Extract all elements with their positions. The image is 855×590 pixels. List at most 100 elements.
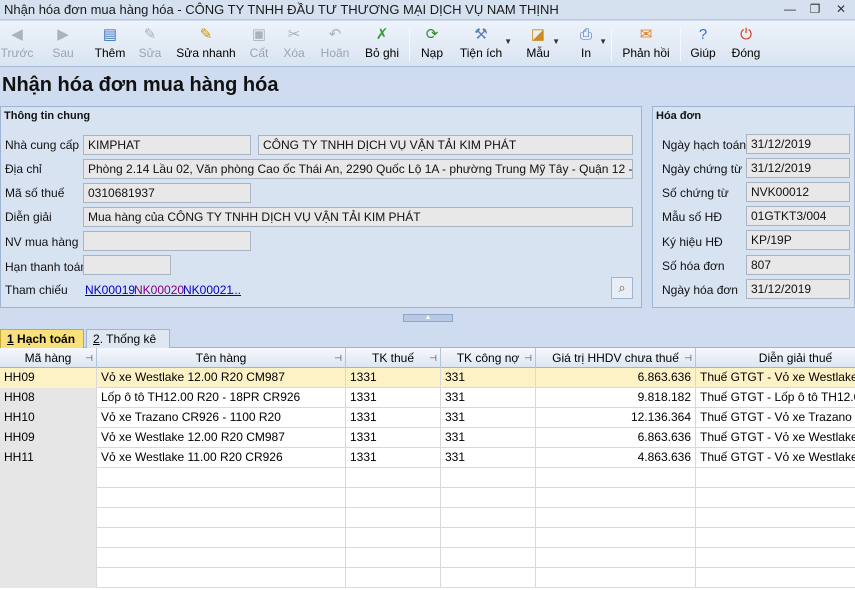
empty-cell[interactable] xyxy=(0,548,97,568)
prev-button[interactable]: ◀ Trước xyxy=(0,23,34,65)
empty-cell[interactable] xyxy=(346,488,441,508)
table-cell[interactable]: Vỏ xe Westlake 12.00 R20 CM987 xyxy=(97,368,346,388)
table-cell[interactable]: Thuế GTGT - Vỏ xe Westlake 12.00 R20 CM9… xyxy=(696,428,855,448)
table-cell[interactable]: Vỏ xe Westlake 12.00 R20 CM987 xyxy=(97,428,346,448)
pin-icon[interactable]: ⊣ xyxy=(85,348,93,368)
table-cell[interactable]: 331 xyxy=(441,368,536,388)
table-cell[interactable]: Lốp ô tô TH12.00 R20 - 18PR CR926 xyxy=(97,388,346,408)
table-cell[interactable]: 4.863.636 xyxy=(536,448,696,468)
pin-icon[interactable]: ⊣ xyxy=(684,348,692,368)
empty-cell[interactable] xyxy=(696,548,855,568)
empty-cell[interactable] xyxy=(346,508,441,528)
table-row[interactable] xyxy=(0,488,855,508)
buyer-field[interactable] xyxy=(83,231,251,251)
table-cell[interactable]: 1331 xyxy=(346,428,441,448)
doc-no-field[interactable]: NVK00012 xyxy=(746,182,850,202)
tab-statistics[interactable]: 2. Thống kê xyxy=(86,329,170,348)
table-row[interactable] xyxy=(0,508,855,528)
table-row[interactable] xyxy=(0,548,855,568)
search-icon[interactable]: ⌕ xyxy=(611,277,633,299)
empty-cell[interactable] xyxy=(441,468,536,488)
empty-cell[interactable] xyxy=(536,508,696,528)
table-row[interactable]: HH09 Vỏ xe Westlake 12.00 R20 CM987 1331 33… xyxy=(0,428,855,448)
reference-link[interactable]: NK00020 xyxy=(134,283,184,297)
empty-cell[interactable] xyxy=(696,468,855,488)
empty-cell[interactable] xyxy=(696,568,855,588)
serial-field[interactable]: KP/19P xyxy=(746,230,850,250)
empty-cell[interactable] xyxy=(97,568,346,588)
table-row[interactable]: HH08 Lốp ô tô TH12.00 R20 - 18PR CR926 133… xyxy=(0,388,855,408)
template-button[interactable]: ◪ Mẫu ▼ xyxy=(524,23,560,65)
table-row[interactable] xyxy=(0,468,855,488)
tab-accounting[interactable]: 1 Hạch toán xyxy=(0,329,84,348)
quick-edit-button[interactable]: ✎ Sửa nhanh xyxy=(176,23,236,65)
add-button[interactable]: ▤ Thêm xyxy=(93,23,127,65)
doc-date-field[interactable]: 31/12/2019 xyxy=(746,158,850,178)
minimize-icon[interactable]: — xyxy=(778,1,802,18)
table-cell[interactable]: Vỏ xe Trazano CR926 - 1100 R20 xyxy=(97,408,346,428)
close-window-icon[interactable]: ✕ xyxy=(829,1,853,18)
empty-cell[interactable] xyxy=(696,488,855,508)
pin-icon[interactable]: ⊣ xyxy=(334,348,342,368)
column-header[interactable]: Diễn giải thuế xyxy=(696,348,855,368)
table-cell[interactable]: HH09 xyxy=(0,368,97,388)
column-header[interactable]: TK thuế ⊣ xyxy=(346,348,441,368)
table-row[interactable]: HH10 Vỏ xe Trazano CR926 - 1100 R20 1331 33… xyxy=(0,408,855,428)
invoice-no-field[interactable]: 807 xyxy=(746,255,850,275)
empty-cell[interactable] xyxy=(346,528,441,548)
table-cell[interactable]: HH11 xyxy=(0,448,97,468)
due-field[interactable] xyxy=(83,255,171,275)
table-cell[interactable]: Thuế GTGT - Vỏ xe Trazano CR926 - 1100 R… xyxy=(696,408,855,428)
utility-button[interactable]: ⚒ Tiện ích ▼ xyxy=(458,23,512,65)
table-cell[interactable]: Thuế GTGT - Lốp ô tô TH12.00 R20 - 18PR … xyxy=(696,388,855,408)
empty-cell[interactable] xyxy=(97,488,346,508)
edit-button[interactable]: ✎ Sửa xyxy=(136,23,164,65)
invoice-date-field[interactable]: 31/12/2019 xyxy=(746,279,850,299)
load-button[interactable]: ⟳ Nạp xyxy=(418,23,446,65)
table-cell[interactable]: HH10 xyxy=(0,408,97,428)
empty-cell[interactable] xyxy=(346,568,441,588)
table-cell[interactable]: Vỏ xe Westlake 11.00 R20 CR926 xyxy=(97,448,346,468)
print-button[interactable]: ⎙ In ▼ xyxy=(573,23,607,65)
table-cell[interactable]: 1331 xyxy=(346,448,441,468)
empty-cell[interactable] xyxy=(97,548,346,568)
next-button[interactable]: ▶ Sau xyxy=(46,23,80,65)
empty-cell[interactable] xyxy=(97,468,346,488)
empty-cell[interactable] xyxy=(536,488,696,508)
collapse-splitter[interactable]: ▲ xyxy=(403,314,453,322)
table-row[interactable]: HH09 Vỏ xe Westlake 12.00 R20 CM987 1331 33… xyxy=(0,368,855,388)
table-cell[interactable]: 1331 xyxy=(346,408,441,428)
table-cell[interactable]: 12.136.364 xyxy=(536,408,696,428)
table-cell[interactable]: HH08 xyxy=(0,388,97,408)
empty-cell[interactable] xyxy=(441,548,536,568)
empty-cell[interactable] xyxy=(97,508,346,528)
description-field[interactable]: Mua hàng của CÔNG TY TNHH DỊCH VỤ VẬN TẢ… xyxy=(83,207,633,227)
table-cell[interactable]: 331 xyxy=(441,408,536,428)
reference-link[interactable]: NK00021 xyxy=(183,283,233,297)
supplier-code-field[interactable]: KIMPHAT xyxy=(83,135,251,155)
undo-button[interactable]: ↶ Hoãn xyxy=(318,23,352,65)
form-field[interactable]: 01GTKT3/004 xyxy=(746,206,850,226)
reference-link[interactable]: NK00019 xyxy=(85,283,135,297)
help-button[interactable]: ? Giúp xyxy=(688,23,718,65)
maximize-icon[interactable]: ❐ xyxy=(803,1,827,18)
empty-cell[interactable] xyxy=(97,528,346,548)
pin-icon[interactable]: ⊣ xyxy=(429,348,437,368)
empty-cell[interactable] xyxy=(441,508,536,528)
feedback-button[interactable]: ✉ Phản hồi xyxy=(620,23,672,65)
empty-cell[interactable] xyxy=(0,488,97,508)
empty-cell[interactable] xyxy=(536,468,696,488)
empty-cell[interactable] xyxy=(536,528,696,548)
table-cell[interactable]: 331 xyxy=(441,388,536,408)
table-cell[interactable]: 6.863.636 xyxy=(536,368,696,388)
table-cell[interactable]: 331 xyxy=(441,428,536,448)
column-header[interactable]: TK công nợ ⊣ xyxy=(441,348,536,368)
table-cell[interactable]: Thuế GTGT - Vỏ xe Westlake 12.00 R20 CM9… xyxy=(696,368,855,388)
table-row[interactable]: HH11 Vỏ xe Westlake 11.00 R20 CR926 1331 33… xyxy=(0,448,855,468)
empty-cell[interactable] xyxy=(536,548,696,568)
empty-cell[interactable] xyxy=(536,568,696,588)
table-cell[interactable]: HH09 xyxy=(0,428,97,448)
empty-cell[interactable] xyxy=(346,548,441,568)
address-field[interactable]: Phòng 2.14 Lầu 02, Văn phòng Cao ốc Thái… xyxy=(83,159,633,179)
table-cell[interactable]: 6.863.636 xyxy=(536,428,696,448)
